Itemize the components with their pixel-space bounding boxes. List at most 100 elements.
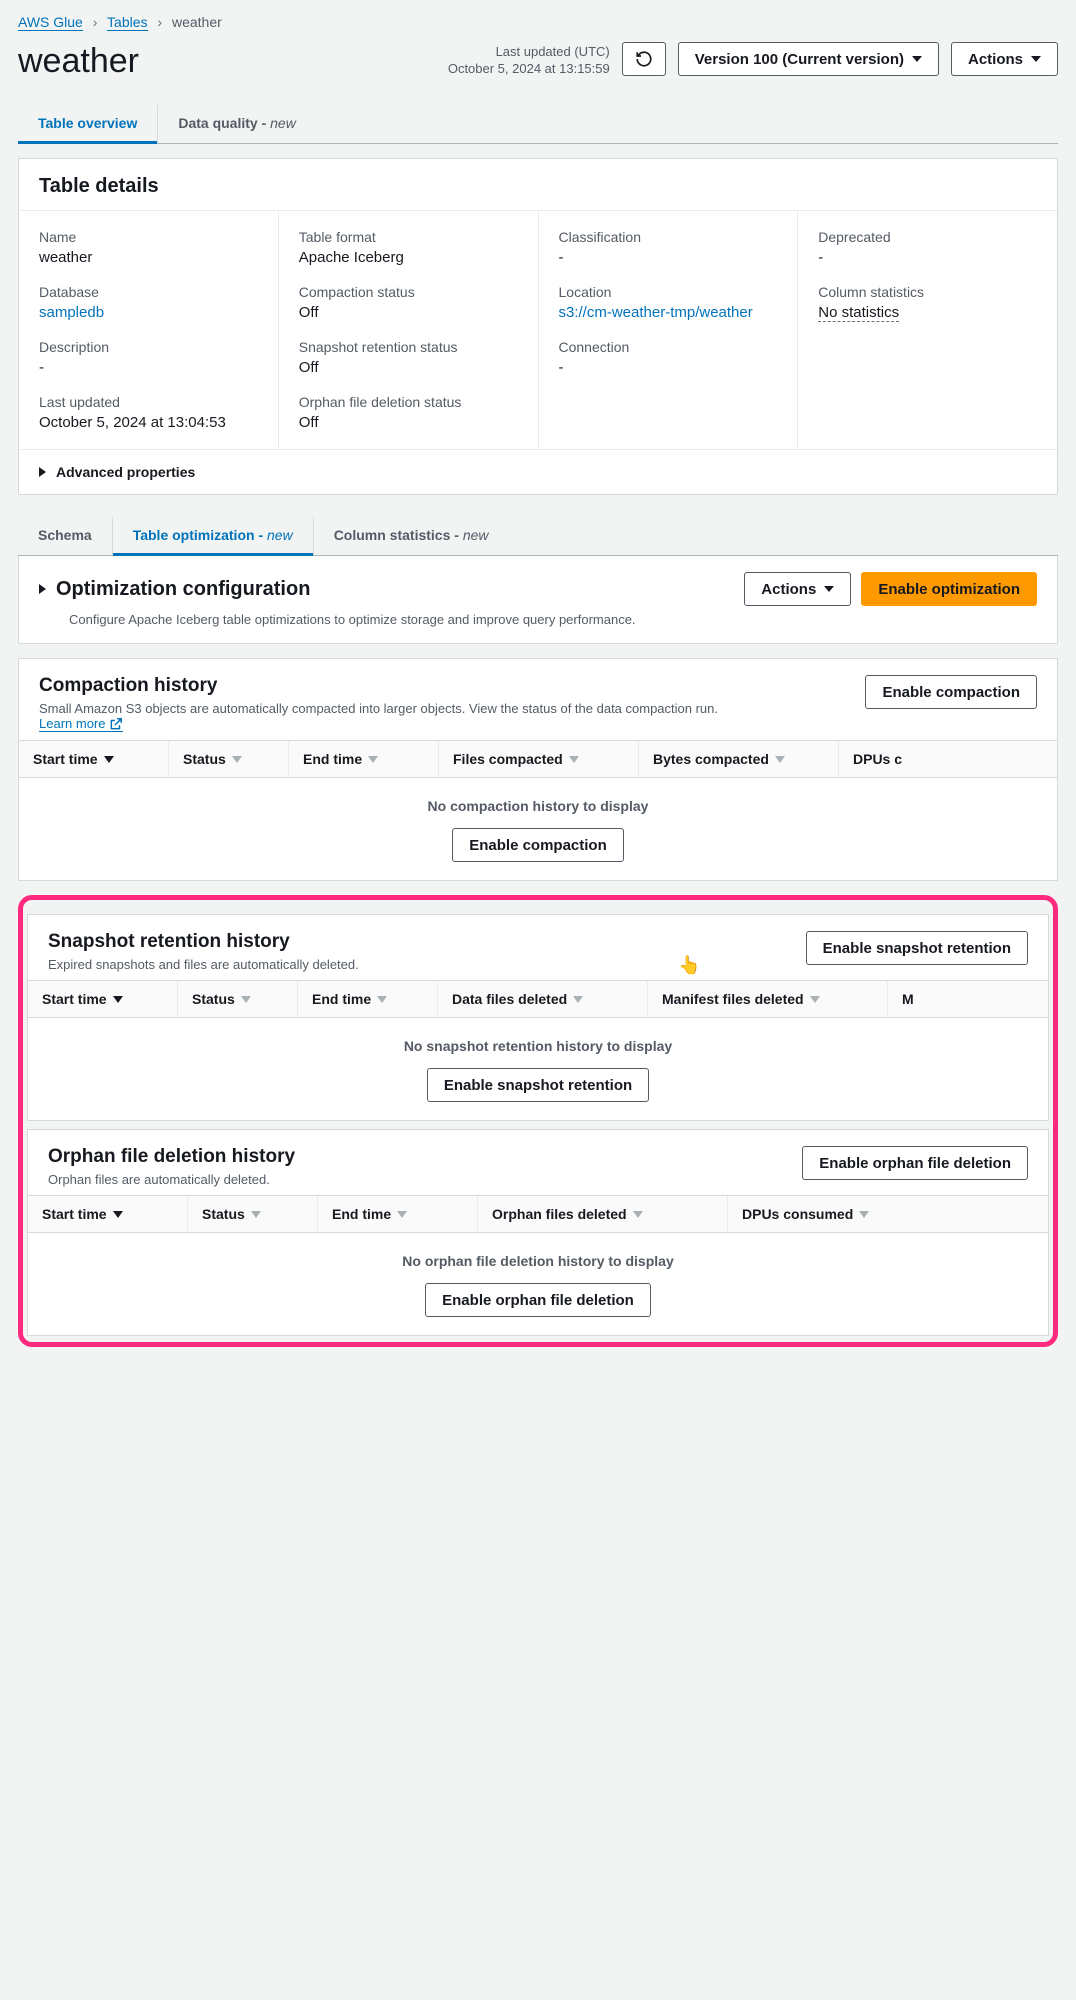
col-dpus-consumed[interactable]: DPUs consumed — [728, 1196, 1048, 1232]
table-details-panel: Table details Name weather Database sample… — [18, 158, 1058, 495]
col-more[interactable]: M — [888, 981, 1048, 1017]
enable-compaction-button-inline[interactable]: Enable compaction — [452, 828, 624, 862]
format-value: Apache Iceberg — [299, 249, 518, 266]
tab-data-quality[interactable]: Data quality - new — [158, 105, 315, 143]
enable-orphan-button-inline[interactable]: Enable orphan file deletion — [425, 1283, 651, 1317]
tab-colstats-label: Column statistics - — [334, 527, 463, 543]
col-start-time[interactable]: Start time — [19, 741, 169, 777]
enable-compaction-button[interactable]: Enable compaction — [865, 675, 1037, 709]
compaction-history-title: Compaction history — [39, 675, 865, 697]
col-end-time[interactable]: End time — [298, 981, 438, 1017]
last-updated-block: Last updated (UTC) October 5, 2024 at 13… — [448, 42, 610, 78]
tab-schema[interactable]: Schema — [18, 517, 113, 555]
colstats-label: Column statistics — [818, 284, 1037, 300]
colstats-value[interactable]: No statistics — [818, 304, 899, 322]
col-manifest-files-deleted[interactable]: Manifest files deleted — [648, 981, 888, 1017]
caret-down-icon — [824, 586, 834, 592]
tab-column-statistics[interactable]: Column statistics - new — [314, 517, 509, 555]
sort-icon — [859, 1211, 869, 1218]
refresh-button[interactable] — [622, 42, 666, 76]
caret-down-icon — [1031, 56, 1041, 62]
breadcrumb-current: weather — [172, 14, 222, 30]
col-status[interactable]: Status — [169, 741, 289, 777]
chevron-right-icon: › — [93, 14, 98, 30]
col-end-time[interactable]: End time — [289, 741, 439, 777]
caret-right-icon[interactable] — [39, 584, 46, 594]
sort-icon — [241, 996, 251, 1003]
col-start-time[interactable]: Start time — [28, 1196, 188, 1232]
actions-label: Actions — [968, 51, 1023, 68]
snapshot-history-desc: Expired snapshots and files are automati… — [48, 957, 806, 972]
refresh-icon — [635, 50, 653, 68]
learn-more-link[interactable]: Learn more — [39, 716, 123, 732]
database-label: Database — [39, 284, 258, 300]
snapshot-history-panel: Snapshot retention history Expired snaps… — [27, 914, 1049, 1121]
compaction-status-label: Compaction status — [299, 284, 518, 300]
table-details-heading: Table details — [39, 175, 1037, 198]
connection-value: - — [559, 359, 778, 376]
optimization-actions-button[interactable]: Actions — [744, 572, 851, 606]
location-label: Location — [559, 284, 778, 300]
new-badge: new — [267, 527, 293, 543]
sort-icon — [251, 1211, 261, 1218]
orphan-table-header: Start time Status End time Orphan files … — [28, 1195, 1048, 1233]
page-title: weather — [18, 42, 139, 81]
version-select-button[interactable]: Version 100 (Current version) — [678, 42, 939, 76]
snapshot-history-title: Snapshot retention history — [48, 931, 806, 953]
format-label: Table format — [299, 229, 518, 245]
connection-label: Connection — [559, 339, 778, 355]
snapshot-status-value: Off — [299, 359, 518, 376]
col-orphan-files-deleted[interactable]: Orphan files deleted — [478, 1196, 728, 1232]
breadcrumb-root[interactable]: AWS Glue — [18, 14, 83, 31]
orphan-history-desc: Orphan files are automatically deleted. — [48, 1172, 802, 1187]
col-bytes-compacted[interactable]: Bytes compacted — [639, 741, 839, 777]
breadcrumb: AWS Glue › Tables › weather — [18, 0, 1058, 38]
deprecated-value: - — [818, 249, 1037, 266]
name-label: Name — [39, 229, 258, 245]
col-start-time[interactable]: Start time — [28, 981, 178, 1017]
last-updated-label: Last updated (UTC) — [448, 44, 610, 61]
breadcrumb-tables[interactable]: Tables — [107, 14, 147, 31]
database-link[interactable]: sampledb — [39, 304, 104, 321]
col-status[interactable]: Status — [188, 1196, 318, 1232]
col-end-time[interactable]: End time — [318, 1196, 478, 1232]
classification-label: Classification — [559, 229, 778, 245]
tab-table-overview[interactable]: Table overview — [18, 105, 158, 143]
external-link-icon — [109, 717, 123, 731]
caret-right-icon — [39, 467, 46, 477]
orphan-history-title: Orphan file deletion history — [48, 1146, 802, 1168]
col-dpus[interactable]: DPUs c — [839, 741, 1057, 777]
advanced-properties-toggle[interactable]: Advanced properties — [19, 449, 1057, 494]
version-select-label: Version 100 (Current version) — [695, 51, 904, 68]
page-header: weather Last updated (UTC) October 5, 20… — [18, 42, 1058, 81]
location-link[interactable]: s3://cm-weather-tmp/weather — [559, 304, 753, 321]
col-data-files-deleted[interactable]: Data files deleted — [438, 981, 648, 1017]
description-value: - — [39, 359, 258, 376]
learn-more-label: Learn more — [39, 716, 105, 731]
orphan-history-panel: Orphan file deletion history Orphan file… — [27, 1129, 1049, 1336]
sort-icon — [775, 756, 785, 763]
optimization-config-title: Optimization configuration — [56, 578, 310, 601]
actions-button[interactable]: Actions — [951, 42, 1058, 76]
sort-desc-icon — [113, 996, 123, 1003]
col-files-compacted[interactable]: Files compacted — [439, 741, 639, 777]
optimization-config-panel: Optimization configuration Actions Enabl… — [18, 556, 1058, 644]
enable-snapshot-button[interactable]: Enable snapshot retention — [806, 931, 1028, 965]
compaction-empty-msg: No compaction history to display — [19, 778, 1057, 828]
col-status[interactable]: Status — [178, 981, 298, 1017]
sort-icon — [573, 996, 583, 1003]
sort-icon — [810, 996, 820, 1003]
sort-icon — [633, 1211, 643, 1218]
enable-snapshot-button-inline[interactable]: Enable snapshot retention — [427, 1068, 649, 1102]
compaction-status-value: Off — [299, 304, 518, 321]
optimization-config-desc: Configure Apache Iceberg table optimizat… — [19, 612, 1057, 643]
enable-orphan-button[interactable]: Enable orphan file deletion — [802, 1146, 1028, 1180]
orphan-status-label: Orphan file deletion status — [299, 394, 518, 410]
snapshot-status-label: Snapshot retention status — [299, 339, 518, 355]
name-value: weather — [39, 249, 258, 266]
last-updated-value: October 5, 2024 at 13:15:59 — [448, 61, 610, 78]
classification-value: - — [559, 249, 778, 266]
tab-table-optimization[interactable]: Table optimization - new — [113, 517, 314, 555]
compaction-history-desc: Small Amazon S3 objects are automaticall… — [39, 701, 718, 716]
enable-optimization-button[interactable]: Enable optimization — [861, 572, 1037, 606]
